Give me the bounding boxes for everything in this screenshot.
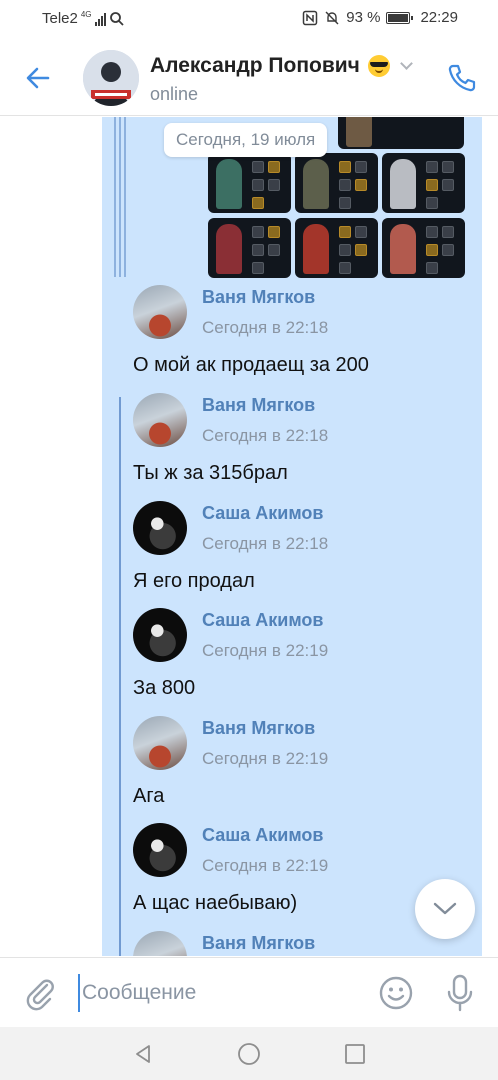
- photo-thumbnail[interactable]: [382, 218, 465, 278]
- author-avatar[interactable]: [133, 608, 187, 662]
- nav-back-button[interactable]: [128, 1039, 158, 1069]
- network-tag: 4G: [80, 9, 92, 19]
- date-separator: Сегодня, 19 июля: [164, 123, 328, 157]
- battery-icon: [386, 11, 414, 24]
- author-name[interactable]: Ваня Мягков: [202, 718, 315, 739]
- phone-icon: [448, 64, 476, 92]
- contact-name-text: Александр Попович: [150, 54, 360, 77]
- attach-button[interactable]: [20, 973, 60, 1013]
- photo-thumbnail[interactable]: [338, 117, 464, 149]
- voice-message-button[interactable]: [440, 971, 480, 1015]
- contact-status: online: [150, 84, 199, 104]
- message-time: Сегодня в 22:19: [202, 749, 329, 768]
- message-text: О мой ак продаещ за 200: [133, 354, 369, 376]
- message-time: Сегодня в 22:18: [202, 426, 329, 445]
- author-avatar[interactable]: [133, 501, 187, 555]
- forwarded-message[interactable]: Саша Акимов Сегодня в 22:19 За 800: [133, 608, 473, 708]
- message-text: Ты ж за 315брал: [133, 462, 288, 484]
- photo-thumbnail[interactable]: [208, 218, 291, 278]
- app-root: Tele2 4G 93 % 22:29 Александр Попович on…: [0, 0, 498, 1080]
- chevron-down-icon[interactable]: [400, 56, 413, 70]
- scroll-to-bottom-button[interactable]: [415, 879, 475, 939]
- square-recents-icon: [345, 1044, 365, 1064]
- author-avatar[interactable]: [133, 823, 187, 877]
- message-time: Сегодня в 22:19: [202, 641, 329, 660]
- forward-indent-line: [119, 397, 121, 956]
- battery-percent: 93 %: [346, 9, 381, 26]
- author-name[interactable]: Саша Акимов: [202, 610, 323, 631]
- circle-home-icon: [238, 1043, 260, 1065]
- photo-thumbnail[interactable]: [382, 153, 465, 213]
- mute-bell-icon: [325, 11, 339, 24]
- signal-icon: [94, 12, 106, 26]
- nav-home-button[interactable]: [234, 1039, 264, 1069]
- system-navigation-bar: [0, 1027, 498, 1080]
- contact-avatar[interactable]: [83, 50, 139, 106]
- avatar-photo: [83, 50, 139, 106]
- triangle-back-icon: [136, 1045, 150, 1063]
- author-name[interactable]: Ваня Мягков: [202, 287, 315, 308]
- nfc-icon: [303, 10, 318, 25]
- chevron-down-icon: [433, 902, 457, 915]
- emoji-button[interactable]: [376, 973, 416, 1013]
- nav-recents-button[interactable]: [340, 1039, 370, 1069]
- clock: 22:29: [420, 9, 458, 26]
- photo-thumbnail[interactable]: [208, 153, 291, 213]
- message-text: Я его продал: [133, 570, 255, 592]
- back-button[interactable]: [18, 58, 58, 98]
- search-icon: [109, 11, 124, 26]
- call-button[interactable]: [442, 58, 482, 98]
- forwarded-message[interactable]: Саша Акимов Сегодня в 22:18 Я его продал: [133, 501, 473, 601]
- photo-thumbnail[interactable]: [295, 218, 378, 278]
- forward-thread-lines: [114, 117, 126, 277]
- author-name[interactable]: Ваня Мягков: [202, 933, 315, 954]
- forwarded-message[interactable]: Ваня Мягков Сегодня в 22:18 Ты ж за 315б…: [133, 393, 473, 493]
- author-avatar[interactable]: [133, 285, 187, 339]
- author-avatar[interactable]: [133, 716, 187, 770]
- message-text: За 800: [133, 677, 196, 699]
- message-input[interactable]: [78, 974, 358, 1012]
- chat-history[interactable]: Сегодня, 19 июля Ваня Мягков Сегодня в 2…: [0, 117, 498, 956]
- message-time: Сегодня в 22:18: [202, 318, 329, 337]
- smile-icon: [379, 976, 413, 1010]
- photo-thumbnail[interactable]: [295, 153, 378, 213]
- paperclip-icon: [26, 979, 54, 1011]
- chat-header: Александр Попович online: [0, 38, 498, 116]
- message-text: А щас наебываю): [133, 892, 298, 914]
- arrow-left-icon: [26, 67, 50, 89]
- message-composer: [0, 957, 498, 1027]
- message-time: Сегодня в 22:19: [202, 856, 329, 875]
- microphone-icon: [447, 974, 473, 1012]
- author-name[interactable]: Саша Акимов: [202, 825, 323, 846]
- author-name[interactable]: Ваня Мягков: [202, 395, 315, 416]
- sunglasses-emoji-icon: [367, 55, 390, 77]
- author-avatar[interactable]: [133, 393, 187, 447]
- contact-name[interactable]: Александр Попович: [150, 54, 413, 78]
- author-name[interactable]: Саша Акимов: [202, 503, 323, 524]
- message-text: Ага: [133, 785, 165, 807]
- message-time: Сегодня в 22:18: [202, 534, 329, 553]
- carrier-label: Tele2: [42, 10, 78, 27]
- forwarded-message[interactable]: Ваня Мягков Сегодня в 22:18 О мой ак про…: [133, 285, 473, 385]
- status-right: 93 % 22:29: [302, 9, 458, 26]
- forwarded-message[interactable]: Ваня Мягков Сегодня в 22:19 Ага: [133, 716, 473, 816]
- status-bar: Tele2 4G 93 % 22:29: [0, 0, 498, 38]
- forwarded-message[interactable]: Ваня Мягков: [133, 931, 473, 956]
- author-avatar[interactable]: [133, 931, 187, 956]
- status-left: Tele2 4G: [42, 10, 125, 27]
